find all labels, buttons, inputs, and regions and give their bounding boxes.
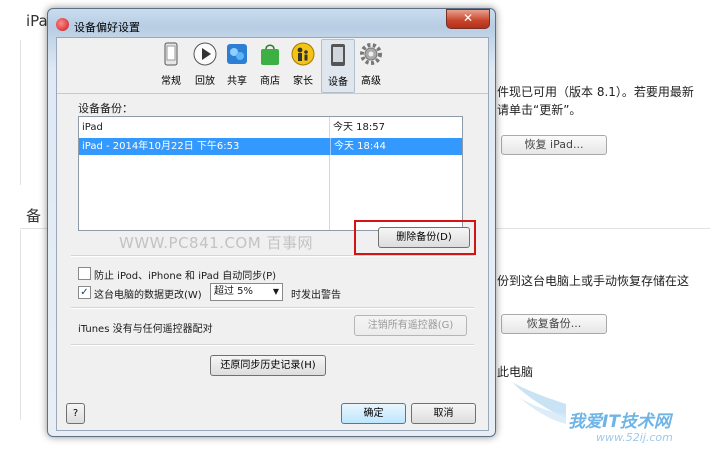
cancel-button[interactable]: 取消	[411, 403, 476, 424]
toolbar-divider	[57, 93, 488, 94]
background-update-text-2: 请单击“更新”。	[497, 103, 582, 117]
background-panel-border	[20, 40, 21, 185]
forget-remotes-button[interactable]: 注销所有遥控器(G)	[354, 315, 467, 336]
device-icon	[331, 44, 345, 66]
ok-button[interactable]: 确定	[341, 403, 406, 424]
warn-checkbox[interactable]: ✓	[78, 286, 91, 299]
tab-parental-label: 家长	[293, 76, 313, 87]
tab-devices-label: 设备	[328, 77, 348, 88]
share-icon	[227, 44, 247, 64]
wings-logo-icon	[512, 382, 566, 424]
gear-icon	[360, 43, 382, 65]
pc841-watermark: WWW.PC841.COM 百事网	[119, 234, 313, 252]
warn-threshold-select[interactable]: 超过 5% ▼	[210, 283, 283, 301]
background-update-text: 件现已可用（版本 8.1）。若要用最新	[497, 85, 694, 99]
section-divider	[71, 255, 474, 257]
backup-date: 今天 18:44	[330, 138, 386, 155]
device-backups-list[interactable]: iPad 今天 18:57 iPad - 2014年10月22日 下午6:53 …	[78, 116, 463, 231]
warn-suffix-label: 时发出警告	[291, 290, 341, 301]
restore-backup-button[interactable]: 恢复备份...	[501, 314, 607, 334]
store-bag-icon	[261, 44, 279, 65]
background-section-heading-ipad: iPa	[26, 12, 48, 30]
close-button[interactable]: ✕	[446, 9, 490, 29]
tab-store-label: 商店	[260, 76, 280, 87]
reset-sync-history-button[interactable]: 还原同步历史记录(H)	[210, 355, 326, 376]
parental-icon	[291, 42, 315, 66]
section-divider	[71, 344, 474, 346]
device-preferences-dialog: 设备偏好设置 ✕ 常规 回放 共享 商店 家长 设备 高级 设备备份： iPad…	[47, 8, 496, 437]
dialog-title: 设备偏好设置	[74, 21, 140, 34]
tab-sharing[interactable]: 共享	[221, 42, 253, 87]
site-logo-text: 我爱IT技术网	[568, 412, 671, 432]
section-divider	[71, 307, 474, 309]
warn-threshold-value: 超过 5%	[214, 286, 254, 297]
help-button[interactable]: ?	[66, 403, 85, 424]
background-panel-border	[20, 230, 21, 420]
backup-date: 今天 18:57	[333, 122, 385, 133]
remotes-status-label: iTunes 没有与任何遥控器配对	[78, 324, 213, 335]
background-section-heading-backup: 备	[26, 207, 42, 225]
site-url-text: www.52ij.com	[596, 431, 673, 444]
tab-general-label: 常规	[161, 76, 181, 87]
backup-row[interactable]: iPad 今天 18:57	[79, 119, 462, 136]
tab-devices[interactable]: 设备	[321, 39, 355, 93]
backup-name: iPad - 2014年10月22日 下午6:53	[82, 141, 240, 152]
play-icon	[193, 42, 217, 66]
background-backup-text: 份到这台电脑上或手动恢复存储在这	[497, 274, 690, 288]
tab-store[interactable]: 商店	[254, 42, 286, 87]
tab-advanced-label: 高级	[361, 76, 381, 87]
phone-general-icon	[164, 42, 178, 66]
backup-row-selected[interactable]: iPad - 2014年10月22日 下午6:53 今天 18:44	[79, 138, 462, 155]
prevent-sync-checkbox[interactable]	[78, 267, 91, 280]
tab-general[interactable]: 常规	[155, 42, 187, 87]
warn-label: 这台电脑的数据更改(W)	[94, 290, 202, 301]
tab-playback[interactable]: 回放	[189, 42, 221, 87]
prevent-sync-label: 防止 iPod、iPhone 和 iPad 自动同步(P)	[94, 271, 277, 282]
tab-sharing-label: 共享	[227, 76, 247, 87]
itunes-app-icon	[56, 18, 69, 31]
tab-parental[interactable]: 家长	[287, 42, 319, 87]
tab-playback-label: 回放	[195, 76, 215, 87]
device-backups-label: 设备备份：	[78, 102, 133, 115]
tab-advanced[interactable]: 高级	[355, 42, 387, 87]
highlight-annotation-box	[354, 220, 476, 255]
chevron-down-icon: ▼	[272, 287, 279, 296]
backup-name: iPad	[82, 122, 103, 133]
background-computer-text: 此电脑	[497, 365, 534, 379]
restore-ipad-button[interactable]: 恢复 iPad...	[501, 135, 607, 155]
